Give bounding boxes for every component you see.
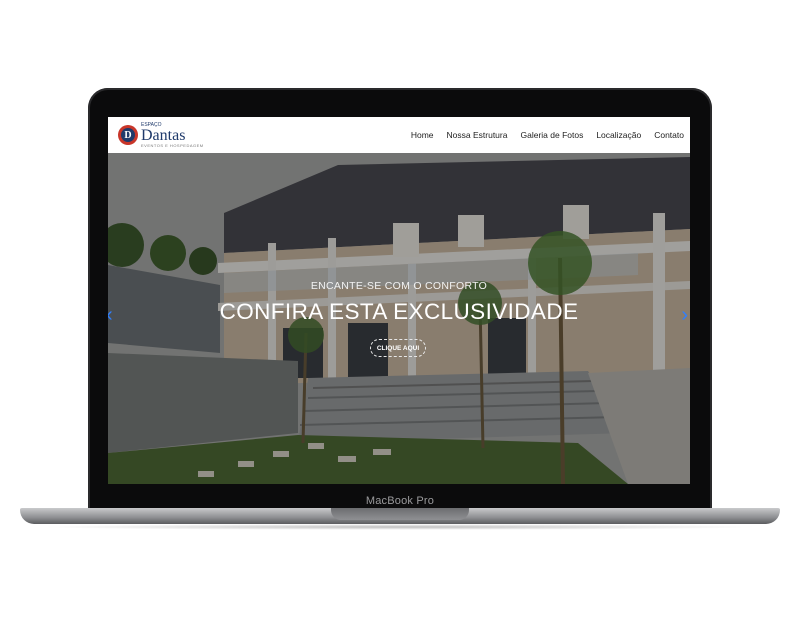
logo-emblem-icon: D [118, 125, 138, 145]
main-nav: Home Nossa Estrutura Galeria de Fotos Lo… [398, 130, 684, 140]
nav-item-galeria-de-fotos[interactable]: Galeria de Fotos [520, 130, 583, 140]
nav-item-home[interactable]: Home [411, 130, 434, 140]
slider-next-arrow-icon[interactable]: › [681, 305, 688, 325]
nav-item-nossa-estrutura[interactable]: Nossa Estrutura [447, 130, 508, 140]
site-logo[interactable]: D ESPAÇO Dantas EVENTOS E HOSPEDAGEM [118, 122, 204, 148]
laptop-base-notch [331, 508, 469, 520]
hero-slider: ENCANTE-SE COM O CONFORTO CONFIRA ESTA E… [108, 153, 690, 484]
laptop-mockup: D ESPAÇO Dantas EVENTOS E HOSPEDAGEM Hom… [0, 0, 800, 622]
logo-text: ESPAÇO Dantas EVENTOS E HOSPEDAGEM [141, 122, 204, 148]
logo-emblem-letter: D [121, 128, 135, 142]
logo-tagline: EVENTOS E HOSPEDAGEM [141, 142, 204, 148]
hero-title: CONFIRA ESTA EXCLUSIVIDADE [219, 299, 579, 324]
hero-subtitle: ENCANTE-SE COM O CONFORTO [310, 280, 488, 292]
logo-name: Dantas [141, 126, 186, 144]
laptop-screen: D ESPAÇO Dantas EVENTOS E HOSPEDAGEM Hom… [108, 117, 690, 484]
laptop-base-shadow [40, 524, 760, 530]
device-model-label: MacBook Pro [365, 495, 435, 507]
nav-item-contato[interactable]: Contato [654, 130, 684, 140]
slider-prev-arrow-icon[interactable]: ‹ [108, 305, 113, 325]
hero-cta-button[interactable]: CLIQUE AQUI [370, 339, 426, 357]
nav-item-localizacao[interactable]: Localização [596, 130, 641, 140]
site-header: D ESPAÇO Dantas EVENTOS E HOSPEDAGEM Hom… [108, 117, 690, 153]
